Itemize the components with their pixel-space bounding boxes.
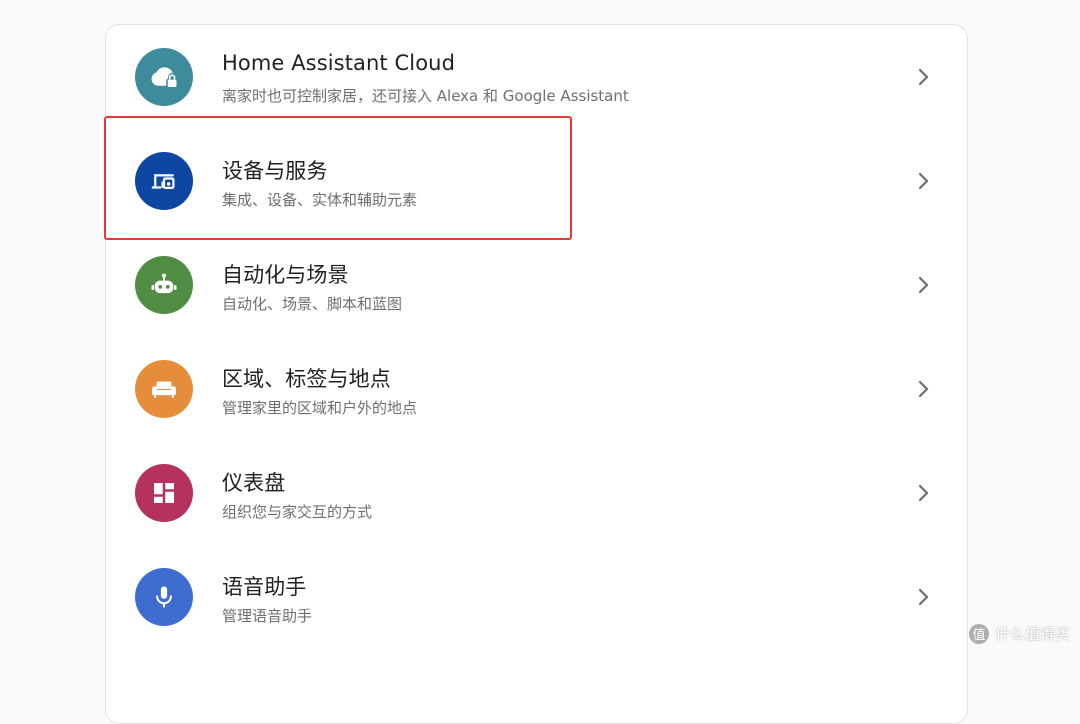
devices-icon bbox=[135, 152, 193, 210]
chevron-right-icon bbox=[918, 172, 929, 190]
menu-item-automations-scenes[interactable]: 自动化与场景 自动化、场景、脚本和蓝图 bbox=[106, 233, 969, 337]
chevron-right-icon bbox=[918, 484, 929, 502]
menu-item-subtitle: 管理家里的区域和户外的地点 bbox=[222, 399, 418, 417]
watermark-text: 什么值得买 bbox=[994, 625, 1070, 643]
menu-item-title: 语音助手 bbox=[222, 575, 307, 599]
dashboard-icon bbox=[135, 464, 193, 522]
menu-item-subtitle: 离家时也可控制家居，还可接入 Alexa 和 Google Assistant bbox=[222, 87, 629, 105]
menu-item-subtitle: 组织您与家交互的方式 bbox=[222, 503, 373, 521]
robot-icon bbox=[135, 256, 193, 314]
menu-item-home-assistant-cloud[interactable]: Home Assistant Cloud 离家时也可控制家居，还可接入 Alex… bbox=[106, 25, 969, 129]
chevron-right-icon bbox=[918, 68, 929, 86]
menu-item-title: 设备与服务 bbox=[222, 159, 328, 183]
chevron-right-icon bbox=[918, 276, 929, 294]
sofa-icon bbox=[135, 360, 193, 418]
menu-item-areas-labels-zones[interactable]: 区域、标签与地点 管理家里的区域和户外的地点 bbox=[106, 337, 969, 441]
menu-item-title: 仪表盘 bbox=[222, 471, 286, 495]
menu-item-voice-assistants[interactable]: 语音助手 管理语音助手 bbox=[106, 545, 969, 649]
cloud-lock-icon bbox=[135, 48, 193, 106]
microphone-icon bbox=[135, 568, 193, 626]
menu-item-devices-services[interactable]: 设备与服务 集成、设备、实体和辅助元素 bbox=[106, 129, 969, 233]
menu-item-subtitle: 自动化、场景、脚本和蓝图 bbox=[222, 295, 403, 313]
menu-item-title: Home Assistant Cloud bbox=[222, 51, 456, 75]
menu-item-subtitle: 管理语音助手 bbox=[222, 607, 313, 625]
chevron-right-icon bbox=[918, 380, 929, 398]
chevron-right-icon bbox=[918, 588, 929, 606]
menu-item-dashboards[interactable]: 仪表盘 组织您与家交互的方式 bbox=[106, 441, 969, 545]
settings-card: Home Assistant Cloud 离家时也可控制家居，还可接入 Alex… bbox=[105, 24, 968, 724]
menu-item-title: 区域、标签与地点 bbox=[222, 367, 391, 391]
watermark: 值 什么值得买 bbox=[968, 623, 1070, 644]
watermark-badge: 值 bbox=[968, 623, 989, 644]
menu-item-title: 自动化与场景 bbox=[222, 263, 349, 287]
menu-item-subtitle: 集成、设备、实体和辅助元素 bbox=[222, 191, 418, 209]
